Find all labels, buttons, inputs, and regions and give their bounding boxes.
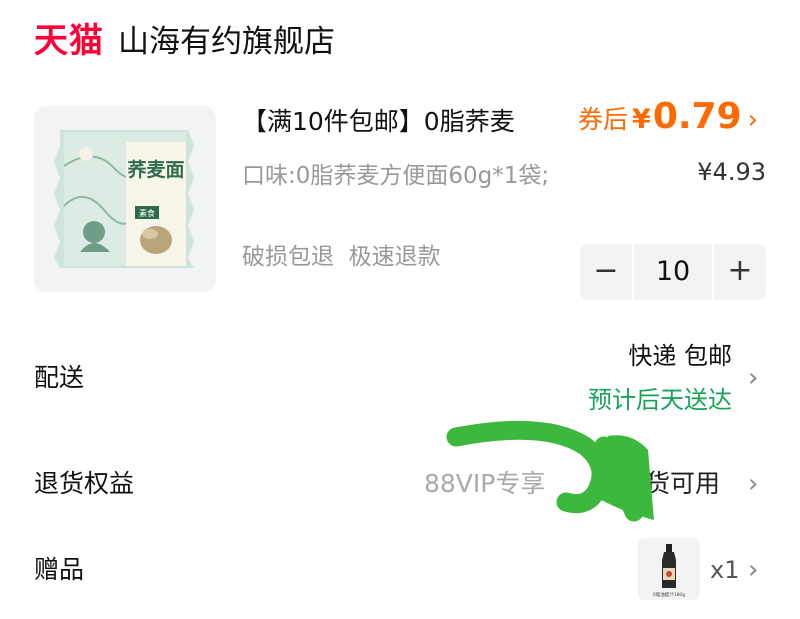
price-after-coupon: 0.79	[652, 96, 742, 137]
annotation-arrow	[446, 420, 654, 522]
returns-available[interactable]: 退货可用	[620, 464, 720, 504]
bottle-icon: 0脂油醋汁180g	[653, 544, 685, 598]
coupon-price[interactable]: 券后 ¥ 0.79 ›	[578, 96, 758, 137]
delivery-method: 快递 包邮	[628, 342, 732, 370]
delivery-label: 配送	[34, 363, 85, 392]
product-image[interactable]: 荞麦面 素食	[34, 106, 216, 292]
currency-symbol: ¥	[632, 104, 651, 135]
chevron-right-icon[interactable]: ›	[748, 550, 758, 590]
coupon-label: 券后	[578, 105, 629, 134]
tmall-logo[interactable]: 天猫	[34, 16, 104, 66]
quantity-stepper[interactable]: − 10 +	[580, 244, 766, 300]
service-tags: 破损包退 极速退款	[242, 244, 441, 270]
vip-exclusive: 88VIP专享	[424, 469, 546, 498]
gift-bottle-text: 0脂油醋汁180g	[653, 591, 685, 598]
minus-button[interactable]: −	[580, 244, 632, 300]
chevron-right-icon[interactable]: ›	[748, 358, 758, 398]
quantity-value[interactable]: 10	[632, 244, 714, 300]
package-tag: 素食	[139, 208, 155, 218]
returns-label: 退货权益	[34, 469, 135, 498]
package-title: 荞麦面	[127, 158, 184, 181]
noodle-package-illustration: 荞麦面 素食	[54, 130, 194, 268]
chevron-right-icon: ›	[747, 105, 759, 135]
gift-label: 赠品	[34, 555, 85, 584]
product-spec[interactable]: 口味:0脂荞麦方便面60g*1袋;	[242, 158, 552, 194]
product-title[interactable]: 【满10件包邮】0脂荞麦	[242, 102, 515, 142]
store-name[interactable]: 山海有约旗舰店	[118, 18, 335, 66]
gift-quantity: x1	[710, 556, 740, 584]
chevron-right-icon[interactable]: ›	[748, 464, 758, 504]
original-price: ¥4.93	[697, 158, 766, 186]
plus-button[interactable]: +	[714, 244, 766, 300]
delivery-eta: 预计后天送达	[588, 386, 732, 414]
gift-image[interactable]: 0脂油醋汁180g	[638, 538, 700, 600]
